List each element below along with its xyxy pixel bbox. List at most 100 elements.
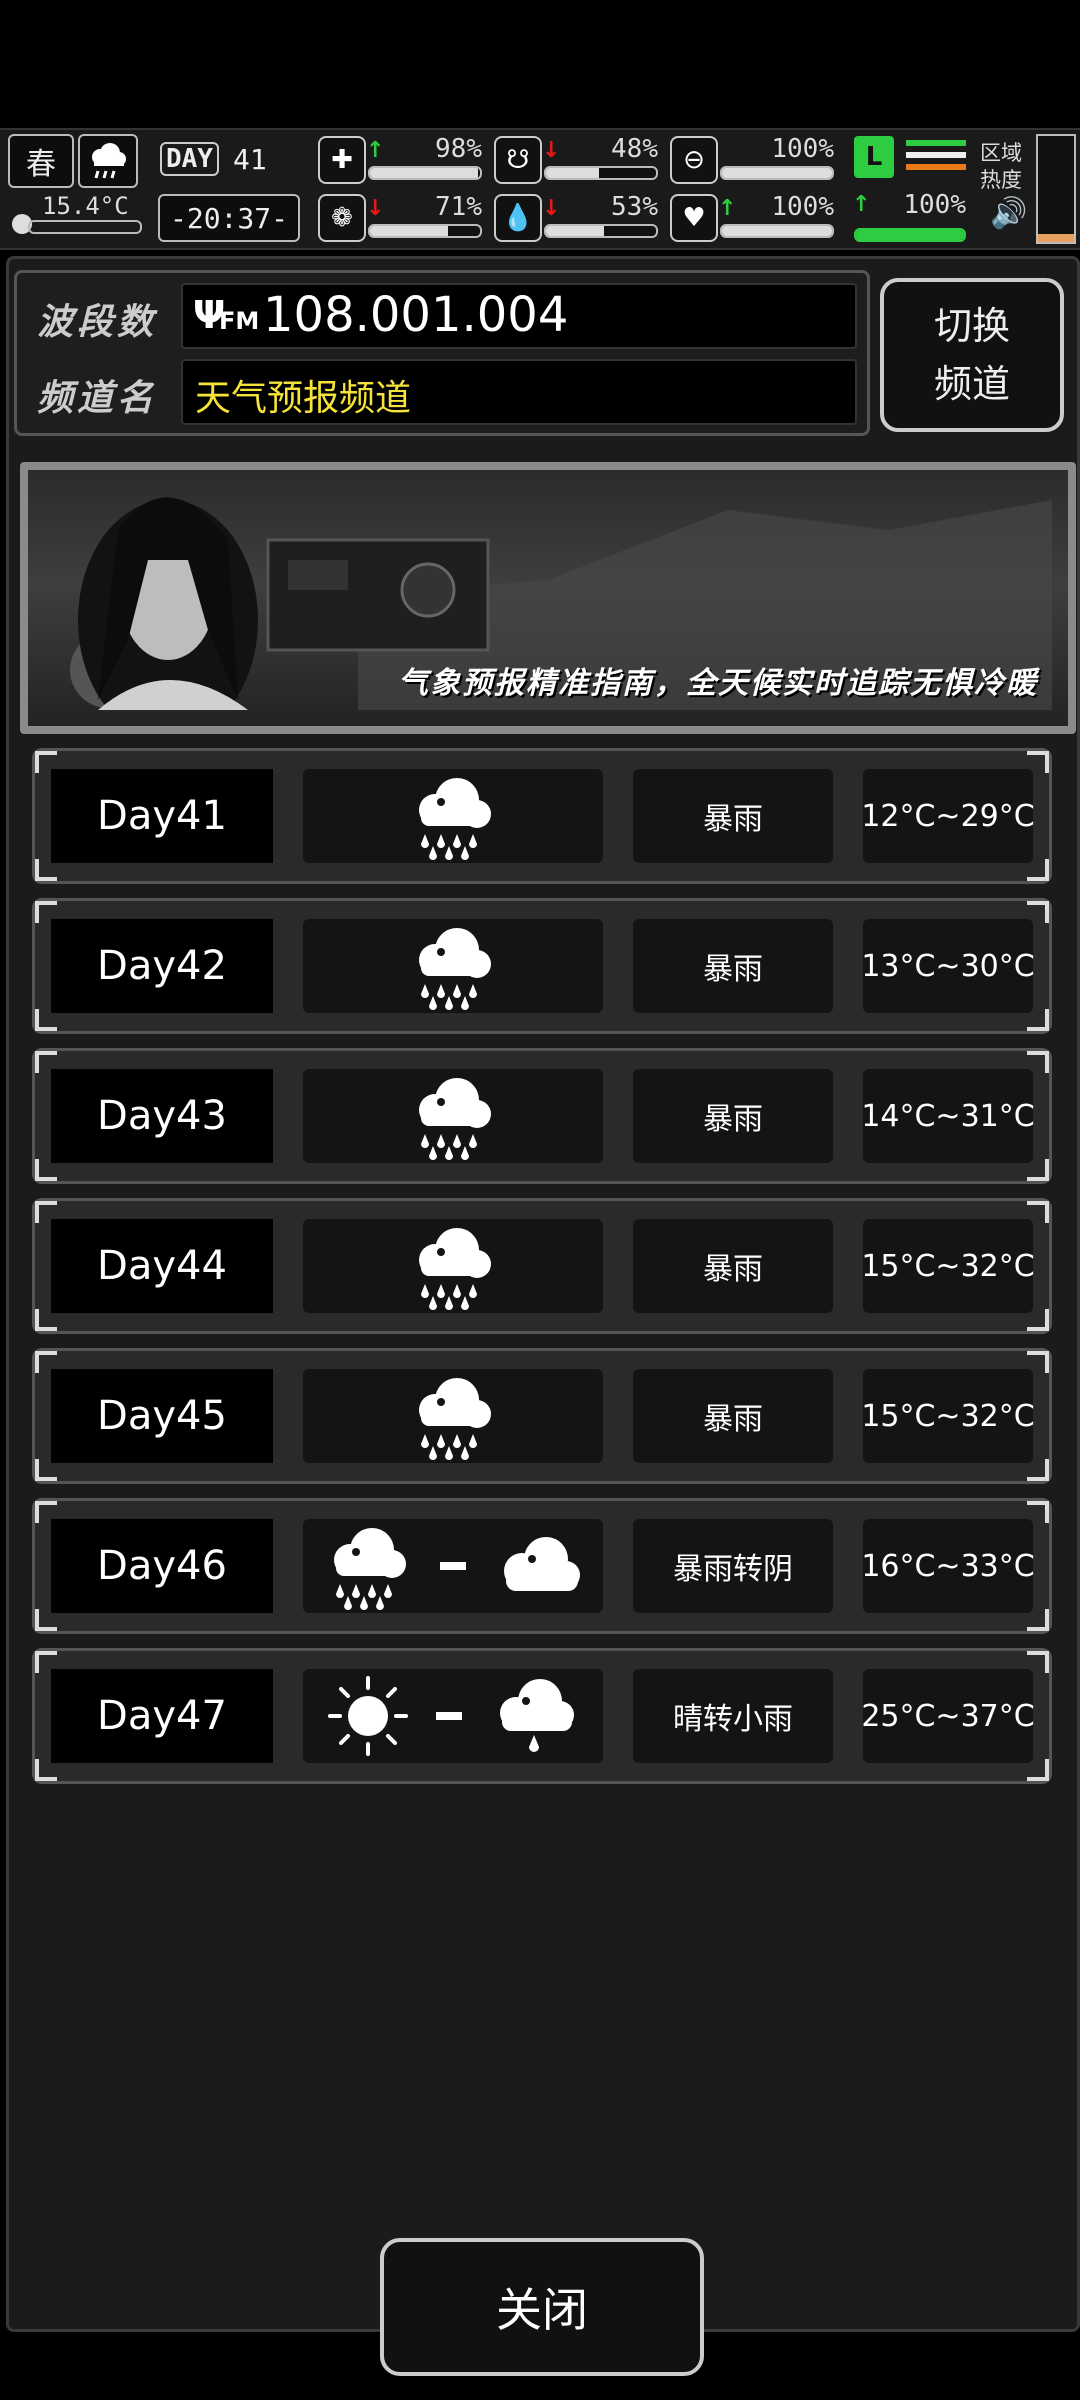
light-rain-icon [488,1673,580,1759]
forecast-temperature: 12°C~29°C [861,769,1035,863]
forecast-weather: 暴雨 [633,1369,833,1463]
forecast-icons [303,1219,603,1313]
brain-icon: ❁ [318,194,366,242]
forecast-day: Day47 [51,1669,273,1763]
health-stat: ✚ ↑ 98% [318,134,486,184]
arrow-down-icon: ↓ [542,138,561,163]
sanity-bar-fill [370,226,449,236]
sanity-bar [368,224,482,238]
health-value: 98% [435,134,482,164]
hunger-bar-fill [546,168,599,178]
forecast-day: Day42 [51,919,273,1013]
clock-time: -20:37- [169,201,288,235]
hud-bar: 春 15.4°C DAY 41 -20:37- ✚ ↑ 98% ☋ ↓ 48% … [0,128,1080,250]
season-badge: 春 [8,134,74,188]
stamina-bar-fill [856,230,964,240]
channel-info: 波段数 Ψ FM 108.001.004 频道名 天气预报频道 [14,270,870,436]
forecast-temperature: 14°C~31°C [861,1069,1035,1163]
switch-channel-button[interactable]: 切换 频道 [880,278,1064,432]
clock: -20:37- [158,194,300,242]
stamina-value: 100% [903,190,966,220]
forecast-day: Day44 [51,1219,273,1313]
stamina-lines-icon [906,140,966,176]
corner-bracket [1027,1009,1049,1031]
hunger-bar [544,166,658,180]
arrow-down-icon: ↓ [366,196,385,221]
mood-bar-fill [722,226,832,236]
band-label: 波段数 [37,302,158,343]
forecast-weather: 暴雨 [633,769,833,863]
frequency-field: Ψ FM 108.001.004 [181,283,857,349]
forecast-weather: 暴雨 [633,1069,833,1163]
forecast-day: Day46 [51,1519,273,1613]
temperature-bar [28,220,142,234]
forecast-temperature: 15°C~32°C [861,1219,1035,1313]
arrow-up-icon: ↑ [366,138,385,163]
thirst-stat: 💧 ↓ 53% [494,192,662,242]
cloudy-icon [492,1531,584,1601]
switch-channel-line2: 频道 [933,362,1010,406]
forecast-temperature: 15°C~32°C [861,1369,1035,1463]
immunity-stat: ⊖ 100% [670,134,838,184]
immunity-bar-fill [722,168,832,178]
arrow-down-icon: ↓ [542,196,561,221]
health-bar-fill [370,168,478,178]
immunity-bar [720,166,834,180]
corner-bracket [1027,1309,1049,1331]
sanity-value: 71% [435,192,482,222]
close-button[interactable]: 关闭 [380,2238,704,2376]
channel-name-field: 天气预报频道 [181,359,857,425]
speaker-icon[interactable]: 🔊 [990,196,1027,231]
frequency-value: 108.001.004 [263,287,569,343]
corner-bracket [1027,1609,1049,1631]
thirst-bar [544,224,658,238]
corner-bracket [1027,1759,1049,1781]
forecast-day: Day43 [51,1069,273,1163]
forecast-row: Day42 暴雨 13°C~30°C [32,898,1052,1034]
stamina-stat: L ↑ 100% [850,134,970,244]
day-label: DAY [160,142,219,176]
heavy-rain-icon [407,1072,499,1160]
hunger-value: 48% [611,134,658,164]
heavy-rain-icon [322,1522,414,1610]
heavy-rain-icon [407,1222,499,1310]
fm-label: FM [219,307,260,335]
forecast-icons [303,1369,603,1463]
forecast-weather: 暴雨转阴 [633,1519,833,1613]
mood-value: 100% [771,192,834,222]
forecast-row: Day43 暴雨 14°C~31°C [32,1048,1052,1184]
health-bar [368,166,482,180]
forecast-weather: 晴转小雨 [633,1669,833,1763]
forecast-temperature: 13°C~30°C [861,919,1035,1013]
transition-dash-icon [440,1562,466,1570]
heart-icon: ♥ [670,194,718,242]
forecast-row: Day45 暴雨 15°C~32°C [32,1348,1052,1484]
forecast-temperature: 25°C~37°C [861,1669,1035,1763]
immunity-value: 100% [771,134,834,164]
mood-stat: ♥ ↑ 100% [670,192,838,242]
close-button-label: 关闭 [496,2283,588,2337]
temperature-readout: 15.4°C [8,192,142,242]
channel-name-label: 频道名 [37,378,158,419]
arrow-up-icon: ↑ [718,196,737,221]
forecast-day: Day41 [51,769,273,863]
day-counter: DAY 41 [160,136,296,182]
region-heat-label: 区域 热度 [980,141,1022,192]
weather-rain-icon [78,134,138,188]
corner-bracket [1027,859,1049,881]
temperature-value: 15.4°C [42,192,129,220]
banner-slogan: 气象预报精准指南，全天候实时追踪无惧冷暖 [398,666,1038,701]
status-bar-area [0,0,1080,128]
forecast-weather: 暴雨 [633,919,833,1013]
arrow-up-icon: ↑ [852,192,871,217]
medkit-icon: ✚ [318,136,366,184]
forecast-icons [303,769,603,863]
forecast-icons [303,919,603,1013]
mood-bar [720,224,834,238]
stomach-icon: ☋ [494,136,542,184]
forecast-banner: 气象预报精准指南，全天候实时追踪无惧冷暖 [20,462,1076,734]
channel-name-value: 天气预报频道 [195,378,412,419]
corner-bracket [1027,1459,1049,1481]
sanity-stat: ❁ ↓ 71% [318,192,486,242]
heavy-rain-icon [407,1372,499,1460]
